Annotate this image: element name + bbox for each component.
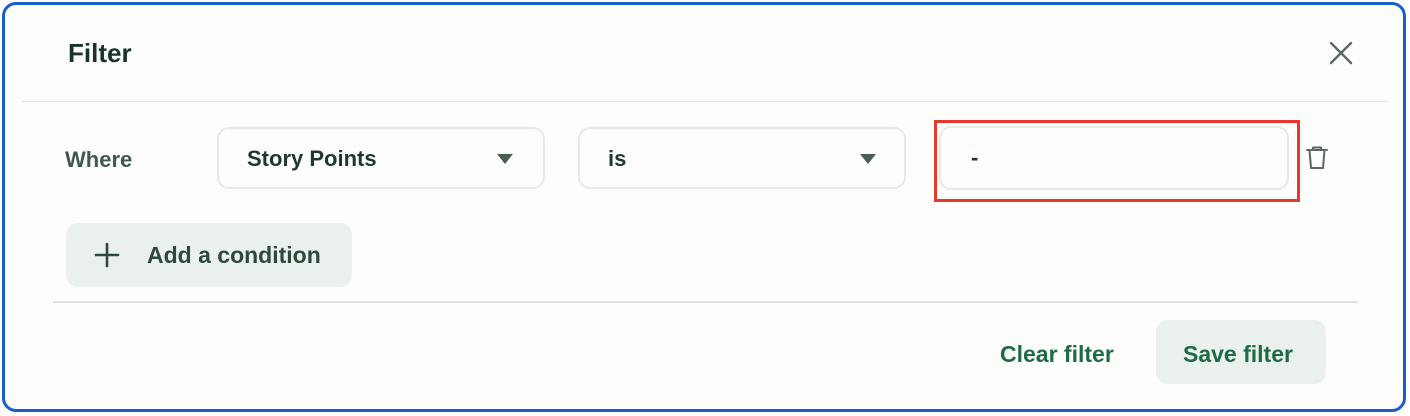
- footer-divider: [53, 301, 1358, 303]
- close-icon[interactable]: [1326, 38, 1356, 68]
- plus-icon: [94, 242, 120, 268]
- field-select[interactable]: Story Points: [217, 127, 545, 189]
- chevron-down-icon: [860, 154, 876, 164]
- add-condition-button[interactable]: Add a condition: [66, 223, 352, 287]
- header-divider: [22, 101, 1389, 102]
- add-condition-label: Add a condition: [147, 242, 321, 268]
- filter-dialog: Filter Where Story Points is Add a condi…: [2, 2, 1406, 412]
- operator-select-value: is: [608, 146, 627, 171]
- trash-icon[interactable]: [1305, 145, 1329, 171]
- field-select-value: Story Points: [247, 146, 377, 171]
- value-input[interactable]: [939, 126, 1289, 190]
- clear-filter-button[interactable]: Clear filter: [1000, 341, 1114, 368]
- chevron-down-icon: [497, 154, 513, 164]
- dialog-title: Filter: [68, 38, 132, 68]
- save-filter-button[interactable]: Save filter: [1156, 320, 1326, 384]
- operator-select[interactable]: is: [578, 127, 906, 189]
- where-label: Where: [65, 147, 133, 172]
- save-filter-label: Save filter: [1183, 341, 1293, 367]
